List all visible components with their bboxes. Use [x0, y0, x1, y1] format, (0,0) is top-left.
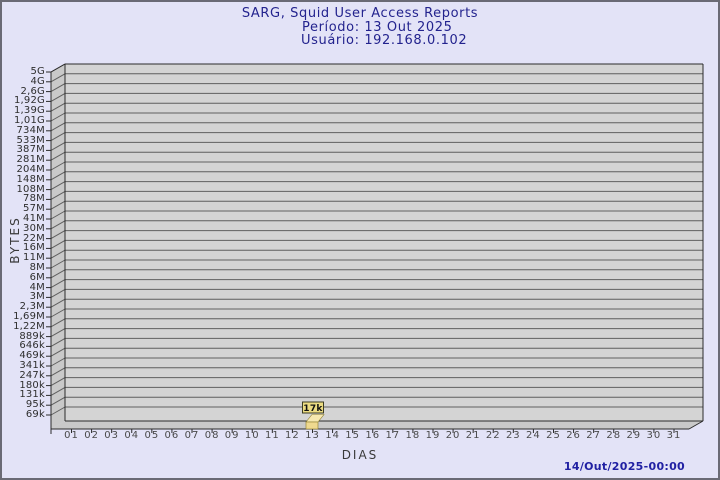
bar-value-label: 17k: [303, 404, 323, 414]
y-tick-label: 69k: [25, 409, 45, 420]
bar-front-face: [305, 421, 319, 430]
generated-timestamp: 14/Out/2025-00:00: [563, 460, 685, 473]
y-axis-title: BYTES: [8, 216, 22, 264]
bar-chart: 17k: [46, 63, 704, 434]
x-tick-label: 31: [666, 430, 682, 441]
plot-floor: [51, 421, 703, 429]
sarg-report-image: SARG, Squid User Access Reports Período:…: [0, 0, 720, 480]
